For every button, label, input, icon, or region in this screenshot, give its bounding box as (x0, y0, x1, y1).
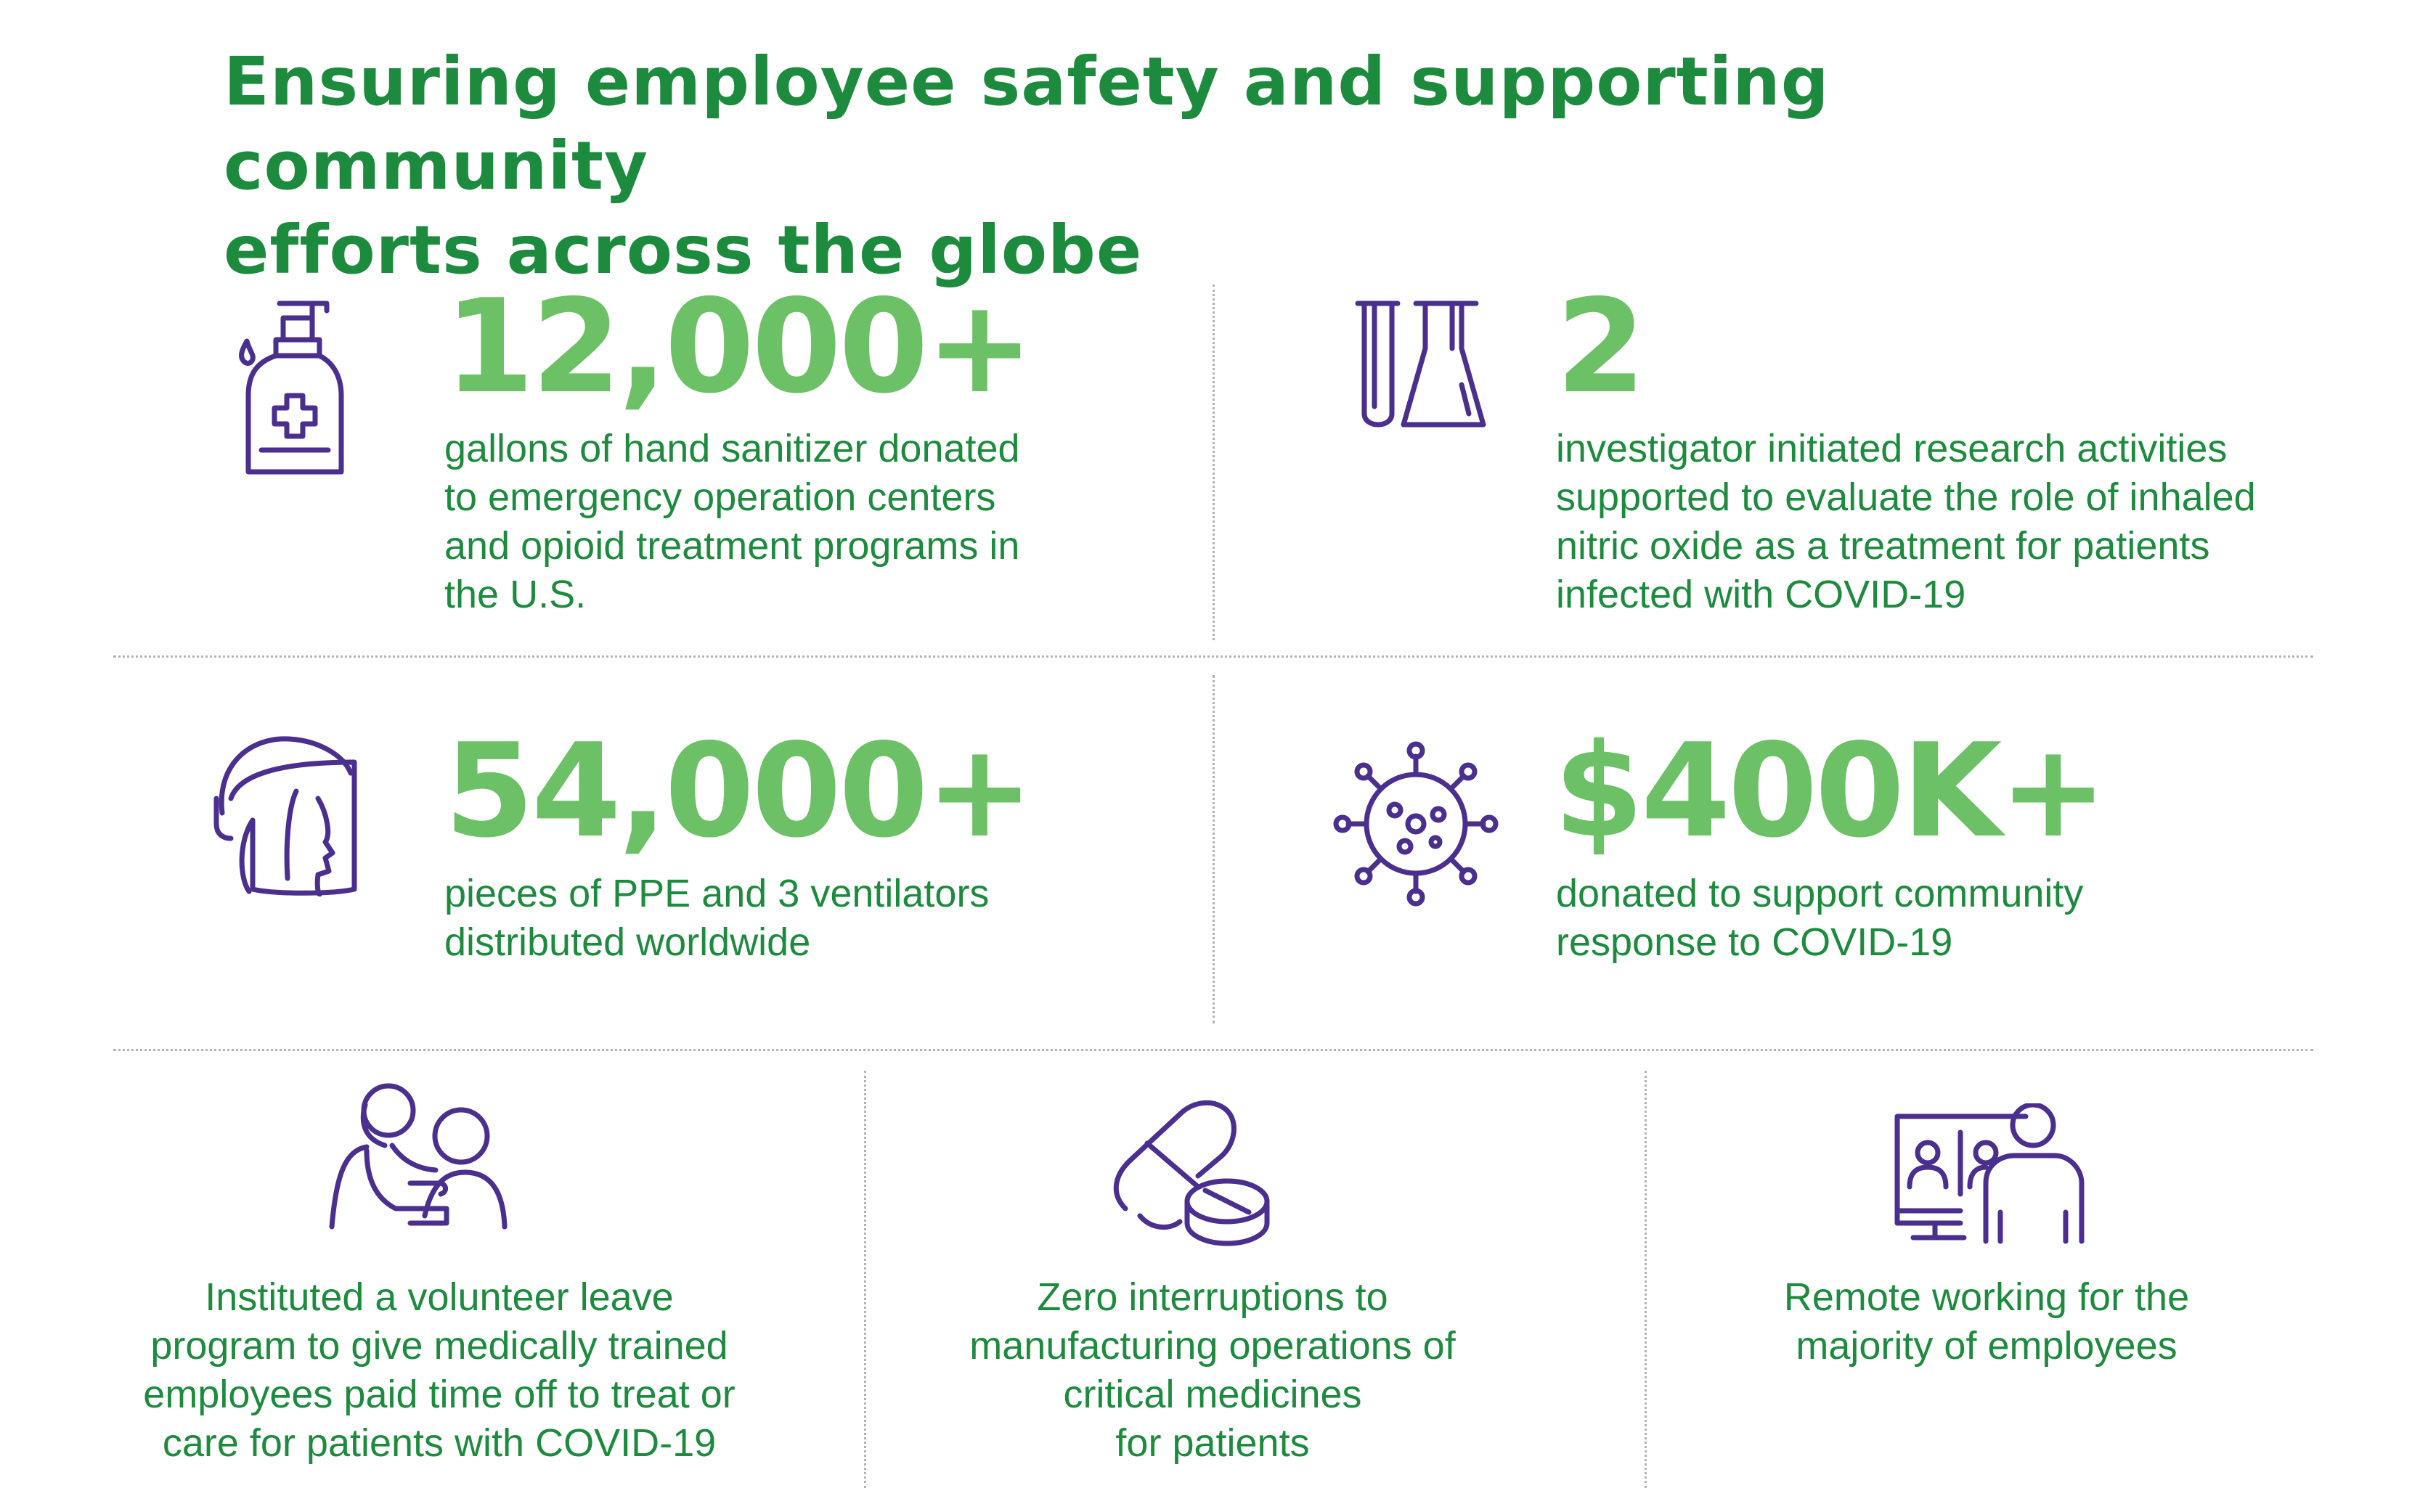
divider-horizontal (113, 1049, 2313, 1051)
desc-line: donated to support community (1556, 872, 2084, 915)
initiative-description: Zero interruptions to manufacturing oper… (850, 1273, 1576, 1468)
divider-horizontal (113, 655, 2313, 658)
desc-line: nitric oxide as a treatment for patients (1556, 524, 2210, 568)
desc-line: critical medicines (1063, 1373, 1362, 1416)
hand-sanitizer-icon (232, 298, 349, 483)
stat-value: $400K+ (1554, 716, 2107, 866)
face-shield-icon (209, 733, 363, 896)
desc-line: Instituted a volunteer leave (205, 1275, 674, 1319)
desc-line: response to COVID-19 (1556, 920, 1953, 964)
desc-line: supported to evaluate the role of inhale… (1556, 475, 2256, 519)
desc-line: the U.S. (444, 573, 587, 616)
desc-line: manufacturing operations of (969, 1324, 1456, 1368)
desc-line: care for patients with COVID-19 (162, 1421, 717, 1465)
desc-line: for patients (1115, 1421, 1310, 1465)
desc-line: infected with COVID-19 (1556, 573, 1966, 616)
stat-value: 12,000+ (444, 271, 1034, 422)
desc-line: investigator initiated research activiti… (1556, 427, 2228, 470)
desc-line: and opioid treatment programs in (444, 524, 1020, 568)
remote-meeting-icon (1891, 1103, 2095, 1245)
desc-line: program to give medically trained (150, 1324, 728, 1368)
desc-line: gallons of hand sanitizer donated (444, 427, 1020, 470)
doctor-patient-icon (323, 1082, 516, 1230)
pills-icon (1111, 1100, 1274, 1249)
desc-line: pieces of PPE and 3 ventilators (444, 872, 990, 915)
stat-value: 2 (1556, 271, 1646, 422)
stat-description: gallons of hand sanitizer donated to eme… (444, 425, 1020, 619)
desc-line: Zero interruptions to (1037, 1275, 1388, 1319)
page-title: Ensuring employee safety and supporting … (224, 40, 2184, 293)
stat-description: pieces of PPE and 3 ventilators distribu… (444, 870, 989, 967)
stat-description: investigator initiated research activiti… (1556, 425, 2256, 619)
virus-icon (1332, 740, 1499, 907)
desc-line: to emergency operation centers (444, 475, 996, 519)
stat-description: donated to support community response to… (1556, 870, 2083, 967)
desc-line: majority of employees (1796, 1324, 2177, 1368)
initiative-description: Instituted a volunteer leave program to … (76, 1273, 802, 1468)
desc-line: distributed worldwide (444, 920, 811, 964)
initiative-description: Remote working for the majority of emplo… (1623, 1273, 2350, 1370)
divider-vertical (1213, 675, 1215, 1023)
lab-glassware-icon (1354, 298, 1488, 432)
title-line: Ensuring employee safety and supporting … (224, 43, 1830, 205)
stat-value: 54,000+ (444, 716, 1034, 866)
desc-line: employees paid time off to treat or (143, 1373, 736, 1416)
desc-line: Remote working for the (1783, 1275, 2190, 1319)
divider-vertical (1213, 285, 1215, 640)
